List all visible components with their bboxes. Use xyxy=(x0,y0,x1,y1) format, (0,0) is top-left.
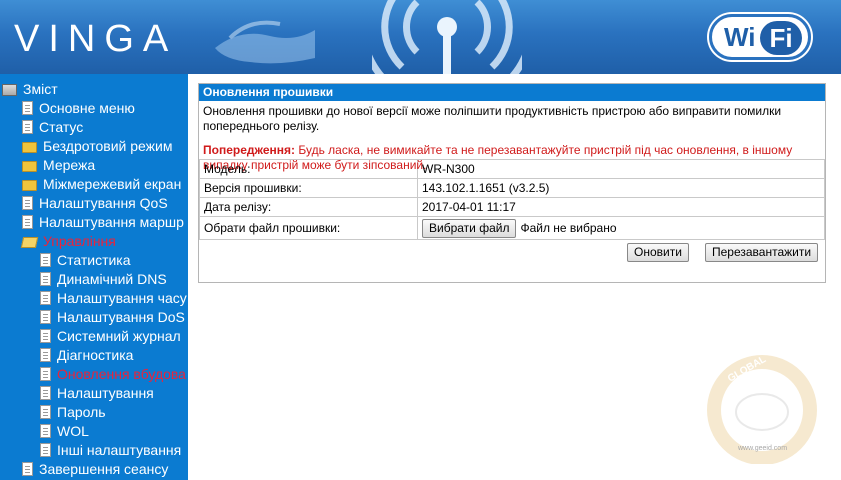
sidebar-item-label: Статистика xyxy=(57,252,131,268)
sidebar-item-7[interactable]: Налаштування маршр xyxy=(22,213,184,232)
sidebar-item-18[interactable]: WOL xyxy=(40,422,89,441)
sidebar-item-label: Налаштування часу xyxy=(57,290,187,306)
document-icon xyxy=(40,329,51,343)
sidebar-item-label: Зміст xyxy=(23,81,58,97)
header-banner: VINGA Wi Fi xyxy=(0,0,841,74)
wifi-logo-left: Wi xyxy=(724,22,756,52)
sidebar-item-label: Динамічний DNS xyxy=(57,271,167,287)
action-buttons: Оновити Перезавантажити xyxy=(199,240,825,264)
sidebar-item-label: Налаштування xyxy=(57,385,154,401)
sidebar-item-label: Інші налаштування xyxy=(57,442,182,458)
root-icon xyxy=(2,84,17,96)
sidebar-item-label: Налаштування маршр xyxy=(39,214,184,230)
choose-file-button[interactable]: Вибрати файл xyxy=(422,218,517,238)
table-row: Обрати файл прошивки: Вибрати файл Файл н… xyxy=(199,216,825,240)
panel-title: Оновлення прошивки xyxy=(199,84,825,101)
sidebar-nav: Зміст Основне меню Статус Бездротовий режим… xyxy=(0,74,188,480)
sidebar-item-6[interactable]: Налаштування QoS xyxy=(22,194,168,213)
sidebar-item-12[interactable]: Налаштування DoS xyxy=(40,308,185,327)
sidebar-item-label: Міжмережевий екран xyxy=(43,176,182,192)
document-icon xyxy=(22,215,33,229)
hand-illustration xyxy=(215,20,315,64)
sidebar-item-20[interactable]: Завершення сеансу xyxy=(22,460,168,479)
sidebar-item-label: Діагностика xyxy=(57,347,134,363)
sidebar-item-label: Системний журнал xyxy=(57,328,181,344)
sidebar-item-0[interactable]: Зміст xyxy=(2,80,58,99)
geeid-watermark-logo: GLOBAL www.geeid.com xyxy=(707,354,817,464)
row-value: 2017-04-01 11:17 xyxy=(417,197,825,217)
sidebar-item-14[interactable]: Діагностика xyxy=(40,346,133,365)
document-icon xyxy=(40,424,51,438)
sidebar-item-19[interactable]: Інші налаштування xyxy=(40,441,181,460)
sidebar-item-3[interactable]: Бездротовий режим xyxy=(22,137,172,156)
sidebar-item-5[interactable]: Міжмережевий екран xyxy=(22,175,181,194)
sidebar-item-16[interactable]: Налаштування xyxy=(40,384,154,403)
sidebar-item-10[interactable]: Динамічний DNS xyxy=(40,270,167,289)
folder-icon xyxy=(22,180,37,191)
row-value: 143.102.1.1651 (v3.2.5) xyxy=(417,178,825,198)
sidebar-item-label: Налаштування DoS xyxy=(57,309,185,325)
reboot-button[interactable]: Перезавантажити xyxy=(705,243,819,262)
document-icon xyxy=(22,196,33,210)
sidebar-item-label: WOL xyxy=(57,423,89,439)
sidebar-item-label: Пароль xyxy=(57,404,106,420)
sidebar-item-label: Налаштування QoS xyxy=(39,195,168,211)
sidebar-item-label: Завершення сеансу xyxy=(39,461,169,477)
file-label: Обрати файл прошивки: xyxy=(199,216,418,240)
sidebar-item-2[interactable]: Статус xyxy=(22,118,83,137)
document-icon xyxy=(40,348,51,362)
table-row: Дата релізу: 2017-04-01 11:17 xyxy=(199,197,825,217)
wifi-logo-right: Fi xyxy=(760,21,802,55)
watermark-url: www.geeid.com xyxy=(737,445,787,452)
folder-icon xyxy=(22,161,37,172)
document-icon xyxy=(22,462,33,476)
row-key: Версія прошивки: xyxy=(199,178,418,198)
no-file-text: Файл не вибрано xyxy=(520,220,617,235)
table-row: Версія прошивки: 143.102.1.1651 (v3.2.5) xyxy=(199,178,825,198)
document-icon xyxy=(40,367,51,381)
sidebar-item-label: Мережа xyxy=(43,157,96,173)
sidebar-item-4[interactable]: Мережа xyxy=(22,156,95,175)
row-key: Дата релізу: xyxy=(199,197,418,217)
description-text: Оновлення прошивки до нової версії може … xyxy=(203,104,782,133)
sidebar-item-label: Основне меню xyxy=(39,100,135,116)
document-icon xyxy=(40,253,51,267)
sidebar-item-9[interactable]: Статистика xyxy=(40,251,131,270)
sidebar-item-label: Бездротовий режим xyxy=(43,138,173,154)
warning-label: Попередження: xyxy=(203,143,296,157)
sidebar-item-17[interactable]: Пароль xyxy=(40,403,106,422)
sidebar-item-1[interactable]: Основне меню xyxy=(22,99,135,118)
sidebar-item-15[interactable]: Оновлення вбудова xyxy=(40,365,186,384)
brand-logo: VINGA xyxy=(14,18,178,60)
sidebar-item-label: Оновлення вбудова xyxy=(57,366,186,382)
folder-open-icon xyxy=(20,237,39,248)
sidebar-item-13[interactable]: Системний журнал xyxy=(40,327,181,346)
document-icon xyxy=(22,120,33,134)
document-icon xyxy=(40,443,51,457)
sidebar-item-label: Статус xyxy=(39,119,84,135)
folder-icon xyxy=(22,142,37,153)
document-icon xyxy=(40,272,51,286)
sidebar-item-label: Управління xyxy=(43,233,116,249)
sidebar-item-11[interactable]: Налаштування часу xyxy=(40,289,187,308)
firmware-update-panel: Оновлення прошивки Оновлення прошивки до… xyxy=(198,83,826,283)
document-icon xyxy=(22,101,33,115)
document-icon xyxy=(40,386,51,400)
row-value: WR-N300 xyxy=(417,159,825,179)
document-icon xyxy=(40,310,51,324)
file-picker: Вибрати файл Файл не вибрано xyxy=(417,216,825,240)
update-button[interactable]: Оновити xyxy=(627,243,689,262)
wifi-logo: Wi Fi xyxy=(709,14,811,60)
document-icon xyxy=(40,291,51,305)
document-icon xyxy=(40,405,51,419)
wifi-signal-icon xyxy=(372,0,522,74)
sidebar-item-8[interactable]: Управління xyxy=(20,232,116,251)
panel-description: Оновлення прошивки до нової версії може … xyxy=(199,101,825,172)
